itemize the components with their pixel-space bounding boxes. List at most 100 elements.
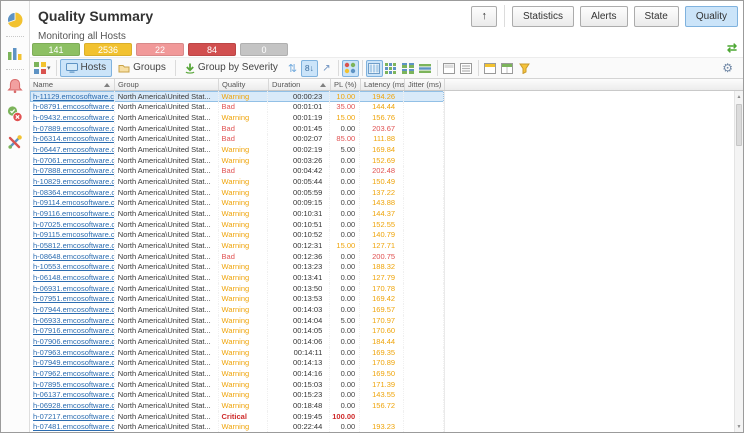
host-link[interactable]: h-07217.emcosoftware.com — [33, 412, 115, 421]
table-row[interactable]: h-06928.emcosoftware.comNorth America\Un… — [30, 400, 444, 411]
severity-colors-toggle[interactable] — [342, 60, 359, 77]
host-link[interactable]: h-07895.emcosoftware.com — [33, 380, 115, 389]
host-link[interactable]: h-06314.emcosoftware.com — [33, 134, 115, 143]
host-link[interactable]: h-06928.emcosoftware.com — [33, 401, 115, 410]
tab-alerts[interactable]: Alerts — [580, 6, 628, 27]
table-row[interactable]: h-08364.emcosoftware.comNorth America\Un… — [30, 187, 444, 198]
host-link[interactable]: h-07061.emcosoftware.com — [33, 156, 115, 165]
table-row[interactable]: h-07906.emcosoftware.comNorth America\Un… — [30, 336, 444, 347]
column-header-group[interactable]: Group — [115, 79, 219, 90]
groups-toggle-button[interactable]: Groups — [112, 59, 172, 77]
host-link[interactable]: h-05812.emcosoftware.com — [33, 241, 115, 250]
table-row[interactable]: h-06137.emcosoftware.comNorth America\Un… — [30, 389, 444, 400]
layout-list-button[interactable] — [458, 60, 475, 77]
table-row[interactable]: h-09114.emcosoftware.comNorth America\Un… — [30, 198, 444, 209]
table-row[interactable]: h-06314.emcosoftware.comNorth America\Un… — [30, 134, 444, 145]
column-header-jitter[interactable]: Jitter (ms) — [405, 79, 445, 90]
sort-by-state-button[interactable]: 8↓ — [301, 60, 318, 77]
table-row[interactable]: h-09115.emcosoftware.comNorth America\Un… — [30, 230, 444, 241]
host-link[interactable]: h-09116.emcosoftware.com — [33, 209, 115, 218]
scrollbar-up-icon[interactable]: ▲ — [735, 91, 743, 102]
show-grid-panel-button[interactable] — [499, 60, 516, 77]
view-options-dropdown[interactable]: ▾ — [32, 60, 53, 77]
table-row[interactable]: h-07962.emcosoftware.comNorth America\Un… — [30, 368, 444, 379]
table-row[interactable]: h-07944.emcosoftware.comNorth America\Un… — [30, 304, 444, 315]
column-header-pl[interactable]: PL (%) — [331, 79, 361, 90]
host-link[interactable]: h-08791.emcosoftware.com — [33, 102, 115, 111]
host-link[interactable]: h-06931.emcosoftware.com — [33, 284, 115, 293]
open-external-button[interactable]: ↗ — [318, 60, 335, 77]
sidebar-item-state[interactable] — [4, 103, 26, 125]
sidebar-item-alerts[interactable] — [4, 75, 26, 97]
host-link[interactable]: h-09115.emcosoftware.com — [33, 230, 115, 239]
host-link[interactable]: h-07951.emcosoftware.com — [33, 294, 115, 303]
host-link[interactable]: h-07949.emcosoftware.com — [33, 358, 115, 367]
host-link[interactable]: h-07481.emcosoftware.com — [33, 422, 115, 431]
host-link[interactable]: h-06148.emcosoftware.com — [33, 273, 115, 282]
column-header-latency[interactable]: Latency (ms) — [361, 79, 405, 90]
host-link[interactable]: h-06447.emcosoftware.com — [33, 145, 115, 154]
vertical-scrollbar[interactable]: ▲ ▼ — [734, 91, 743, 432]
table-row[interactable]: h-07481.emcosoftware.comNorth America\Un… — [30, 421, 444, 432]
sort-alphabetical-button[interactable]: ⇅ — [284, 60, 301, 77]
table-row[interactable]: h-10553.emcosoftware.comNorth America\Un… — [30, 262, 444, 273]
sidebar-item-quality-summary[interactable] — [4, 9, 26, 31]
host-link[interactable]: h-09114.emcosoftware.com — [33, 198, 115, 207]
table-row[interactable]: h-06931.emcosoftware.comNorth America\Un… — [30, 283, 444, 294]
filter-button[interactable] — [516, 60, 533, 77]
layout-split-button[interactable] — [441, 60, 458, 77]
table-row[interactable]: h-09116.emcosoftware.comNorth America\Un… — [30, 208, 444, 219]
tab-statistics[interactable]: Statistics — [512, 6, 574, 27]
host-link[interactable]: h-07889.emcosoftware.com — [33, 124, 115, 133]
host-link[interactable]: h-07916.emcosoftware.com — [33, 326, 115, 335]
table-row[interactable]: h-07895.emcosoftware.comNorth America\Un… — [30, 379, 444, 390]
table-row[interactable]: h-07916.emcosoftware.comNorth America\Un… — [30, 325, 444, 336]
host-link[interactable]: h-08364.emcosoftware.com — [33, 188, 115, 197]
host-link[interactable]: h-08648.emcosoftware.com — [33, 252, 115, 261]
hosts-toggle-button[interactable]: Hosts — [60, 59, 113, 77]
table-row[interactable]: h-11129.emcosoftware.comNorth America\Un… — [30, 91, 444, 102]
table-row[interactable]: h-07949.emcosoftware.comNorth America\Un… — [30, 357, 444, 368]
view-medium-tiles-button[interactable] — [400, 60, 417, 77]
host-link[interactable]: h-07906.emcosoftware.com — [33, 337, 115, 346]
host-link[interactable]: h-07025.emcosoftware.com — [33, 220, 115, 229]
table-row[interactable]: h-08791.emcosoftware.comNorth America\Un… — [30, 102, 444, 113]
view-rows-button[interactable] — [417, 60, 434, 77]
sidebar-item-tools[interactable] — [4, 131, 26, 153]
table-row[interactable]: h-06933.emcosoftware.comNorth America\Un… — [30, 315, 444, 326]
tab-quality[interactable]: Quality — [685, 6, 738, 27]
table-row[interactable]: h-07025.emcosoftware.comNorth America\Un… — [30, 219, 444, 230]
host-link[interactable]: h-10829.emcosoftware.com — [33, 177, 115, 186]
view-small-tiles-button[interactable] — [383, 60, 400, 77]
column-header-duration[interactable]: Duration — [269, 79, 331, 90]
table-row[interactable]: h-08648.emcosoftware.comNorth America\Un… — [30, 251, 444, 262]
scrollbar-down-icon[interactable]: ▼ — [735, 421, 743, 432]
table-row[interactable]: h-07217.emcosoftware.comNorth America\Un… — [30, 411, 444, 422]
table-row[interactable]: h-06148.emcosoftware.comNorth America\Un… — [30, 272, 444, 283]
table-row[interactable]: h-07061.emcosoftware.comNorth America\Un… — [30, 155, 444, 166]
show-details-panel-button[interactable] — [482, 60, 499, 77]
collapse-up-button[interactable]: ↑ — [471, 6, 497, 27]
host-link[interactable]: h-10553.emcosoftware.com — [33, 262, 115, 271]
sidebar-item-statistics[interactable] — [4, 42, 26, 64]
group-by-severity-button[interactable]: Group by Severity — [179, 59, 284, 77]
column-header-quality[interactable]: Quality — [219, 79, 269, 90]
host-link[interactable]: h-06933.emcosoftware.com — [33, 316, 115, 325]
host-link[interactable]: h-07963.emcosoftware.com — [33, 348, 115, 357]
settings-gear-icon[interactable]: ⚙ — [722, 61, 733, 75]
host-link[interactable]: h-11129.emcosoftware.com — [33, 92, 115, 101]
table-row[interactable]: h-07963.emcosoftware.comNorth America\Un… — [30, 347, 444, 358]
scrollbar-thumb[interactable] — [736, 104, 742, 146]
table-row[interactable]: h-06447.emcosoftware.comNorth America\Un… — [30, 144, 444, 155]
view-table-button[interactable] — [366, 60, 383, 77]
sync-arrows-icon[interactable]: ⇄ — [727, 42, 737, 55]
host-link[interactable]: h-07962.emcosoftware.com — [33, 369, 115, 378]
column-header-name[interactable]: Name — [30, 79, 115, 90]
host-link[interactable]: h-07888.emcosoftware.com — [33, 166, 115, 175]
table-row[interactable]: h-10829.emcosoftware.comNorth America\Un… — [30, 176, 444, 187]
table-row[interactable]: h-07888.emcosoftware.comNorth America\Un… — [30, 166, 444, 177]
tab-state[interactable]: State — [634, 6, 679, 27]
table-row[interactable]: h-09432.emcosoftware.comNorth America\Un… — [30, 112, 444, 123]
table-row[interactable]: h-07889.emcosoftware.comNorth America\Un… — [30, 123, 444, 134]
host-link[interactable]: h-07944.emcosoftware.com — [33, 305, 115, 314]
